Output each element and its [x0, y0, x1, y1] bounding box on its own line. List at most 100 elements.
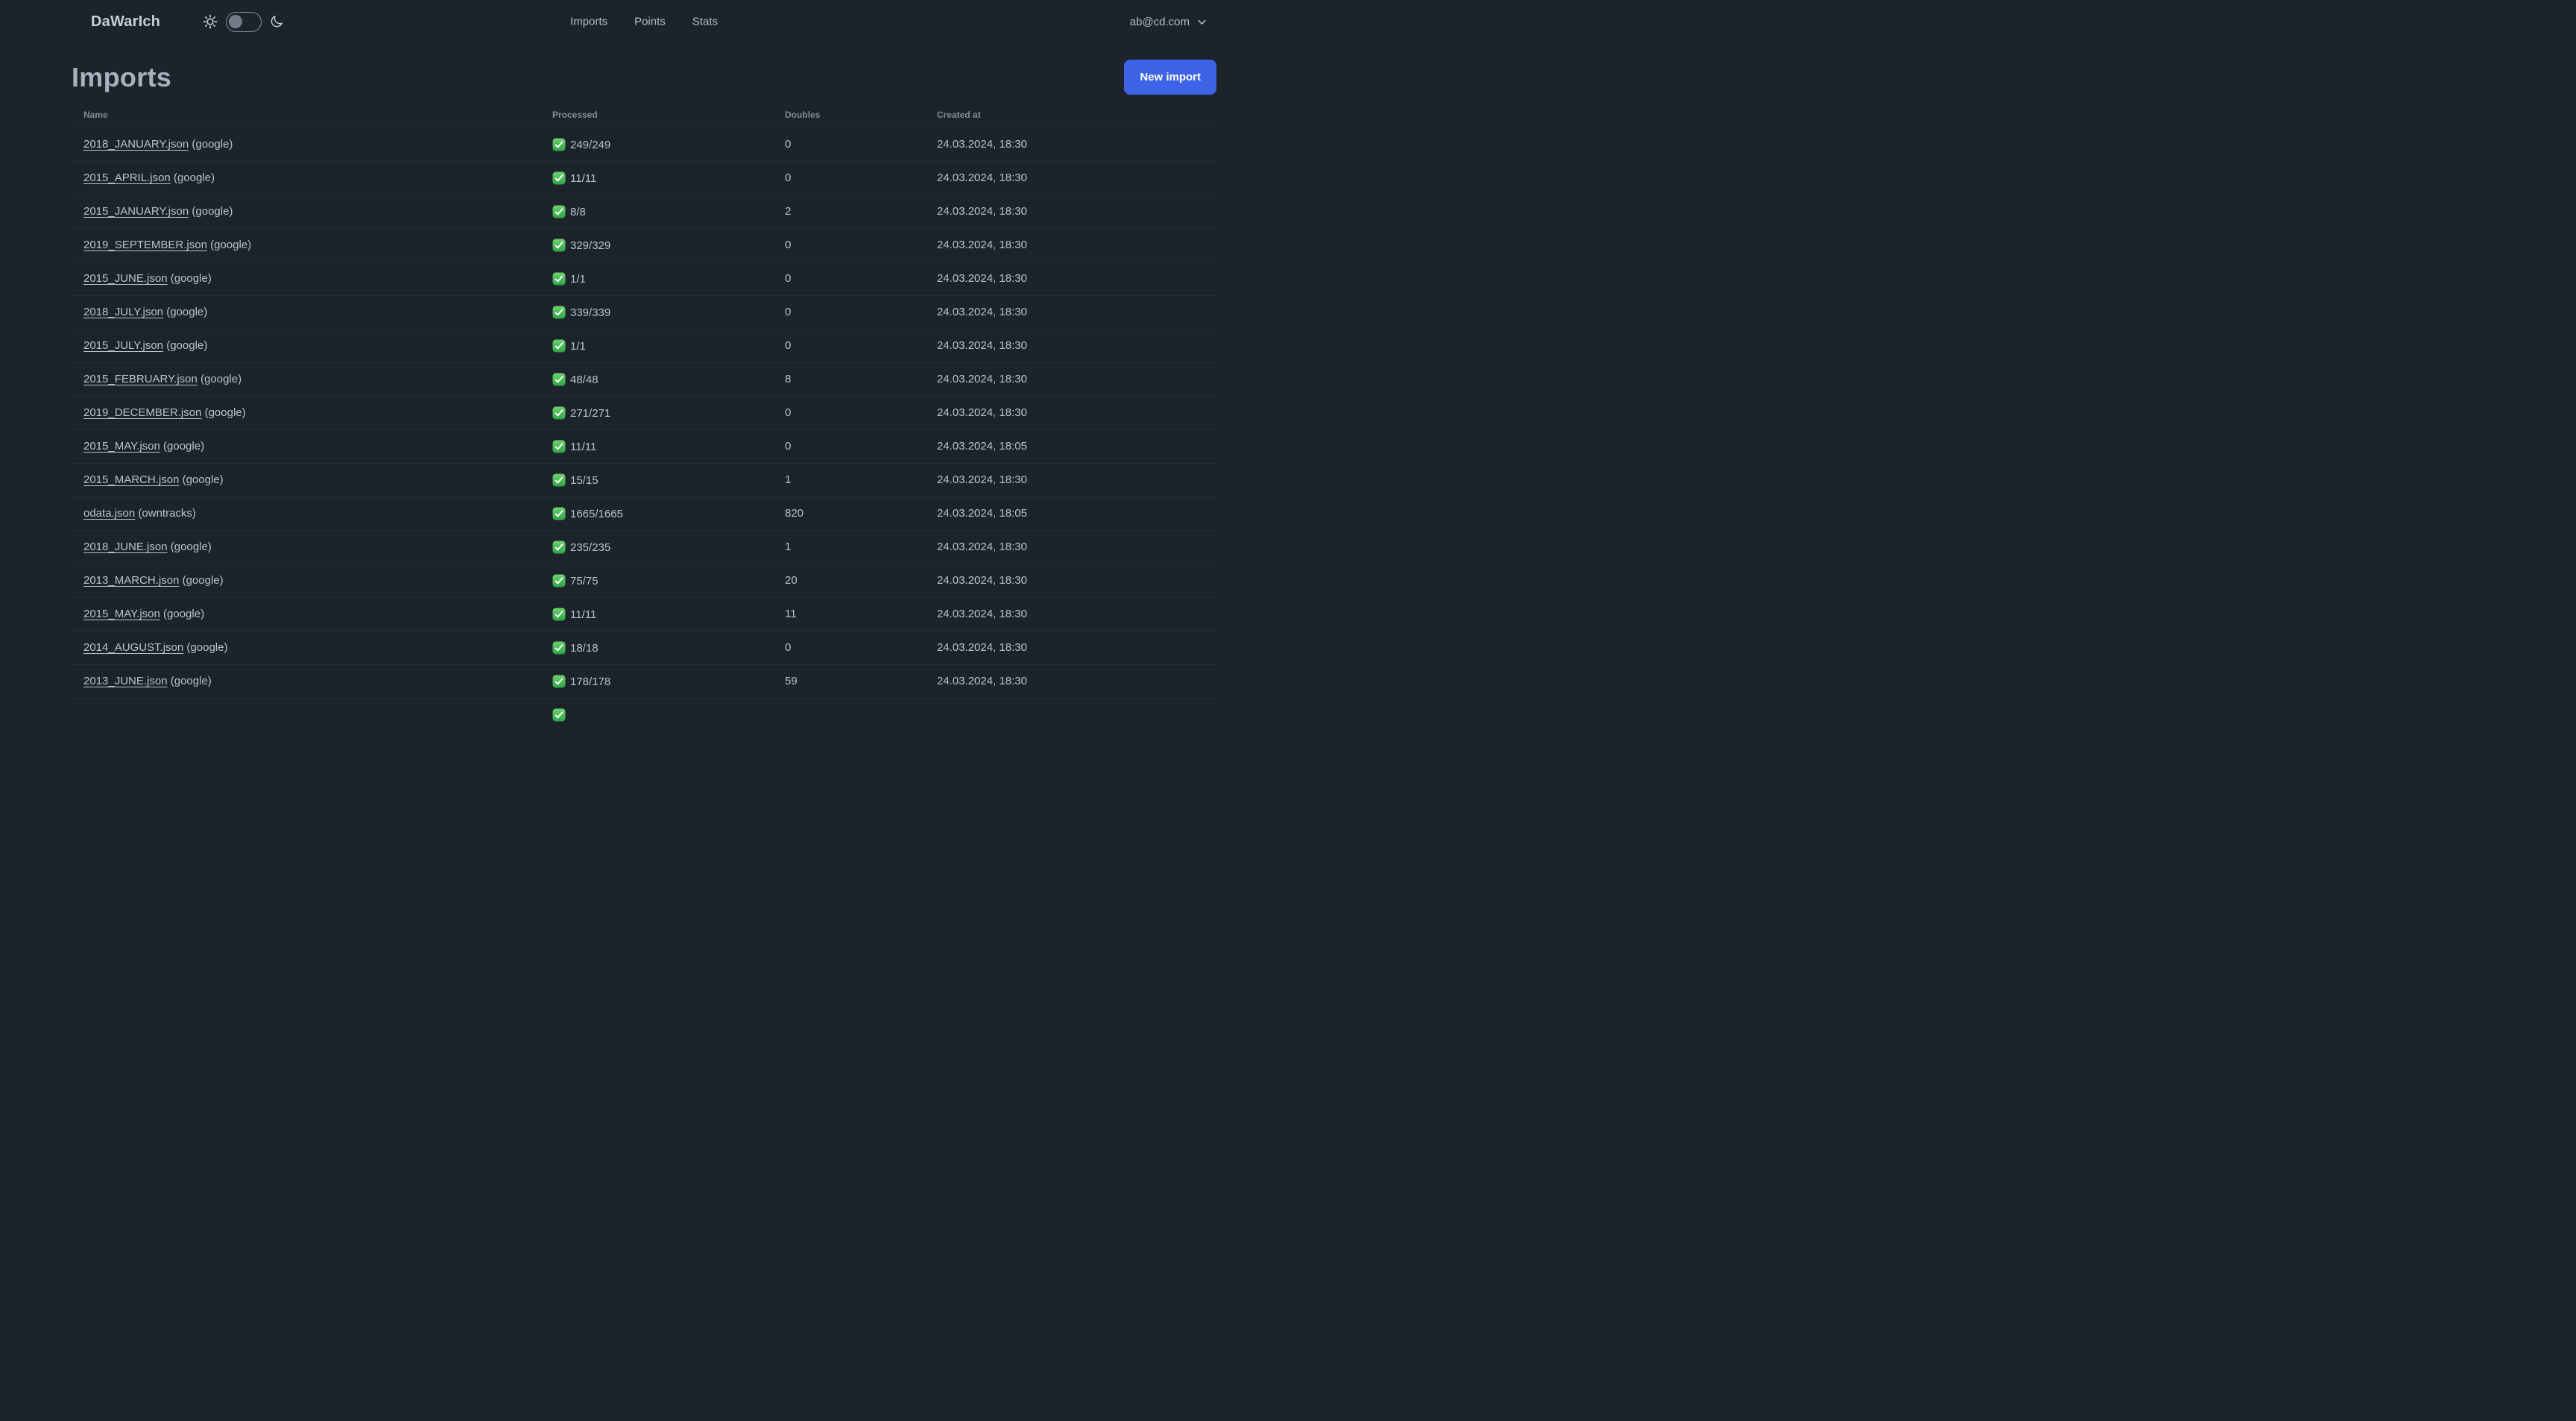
created-at-cell: 24.03.2024, 18:05: [925, 429, 1216, 463]
name-cell: 2015_JULY.json (google): [72, 328, 540, 362]
processed-count: 11/11: [570, 171, 597, 185]
new-import-button[interactable]: New import: [1124, 60, 1216, 95]
created-at: 24.03.2024, 18:30: [937, 171, 1027, 184]
table-row: 2014_AUGUST.json (google) 18/18 0 24.03.…: [72, 630, 1216, 664]
import-file-link[interactable]: 2019_SEPTEMBER.json: [83, 239, 207, 251]
table-row: 2013_MARCH.json (google) 75/75 20 24.03.…: [72, 563, 1216, 597]
processed-count: 48/48: [570, 373, 599, 386]
import-file-link[interactable]: 2018_JANUARY.json: [83, 138, 189, 151]
table-header-row: Name Processed Doubles Created at: [72, 102, 1216, 127]
table-row: 2015_APRIL.json (google) 11/11 0 24.03.2…: [72, 160, 1216, 195]
import-file-link[interactable]: 2013_MARCH.json: [83, 574, 179, 587]
created-at: 24.03.2024, 18:30: [937, 138, 1027, 151]
processed-cell: [540, 697, 773, 731]
name-cell: 2018_JULY.json (google): [72, 294, 540, 329]
success-check-icon: [552, 708, 566, 722]
processed-count: 18/18: [570, 641, 599, 655]
doubles-count: 20: [785, 574, 798, 587]
created-at: 24.03.2024, 18:30: [937, 641, 1027, 654]
theme-toggle-switch[interactable]: [226, 11, 262, 32]
nav-link-stats[interactable]: Stats: [692, 16, 718, 28]
nav-link-imports[interactable]: Imports: [570, 16, 607, 28]
doubles-count: 0: [785, 272, 792, 285]
created-at-cell: 24.03.2024, 18:30: [925, 160, 1216, 195]
created-at: 24.03.2024, 18:30: [937, 608, 1027, 620]
processed-cell: 11/11: [540, 429, 773, 463]
import-file-link[interactable]: 2019_DECEMBER.json: [83, 406, 201, 419]
processed-count: 178/178: [570, 675, 611, 688]
imports-table-body: 2018_JANUARY.json (google) 249/249 0 24.…: [72, 127, 1216, 731]
import-file-link[interactable]: 2014_AUGUST.json: [83, 641, 183, 654]
import-source: (google): [182, 473, 224, 486]
processed-count: 1/1: [570, 339, 586, 353]
table-row: 2015_JUNE.json (google) 1/1 0 24.03.2024…: [72, 261, 1216, 295]
imports-table: Name Processed Doubles Created at 2018_J…: [72, 102, 1216, 731]
doubles-cell: 820: [773, 496, 925, 530]
user-menu[interactable]: ab@cd.com: [1130, 16, 1208, 28]
table-row: 2015_JULY.json (google) 1/1 0 24.03.2024…: [72, 328, 1216, 362]
created-at: 24.03.2024, 18:30: [937, 675, 1027, 687]
doubles-count: 0: [785, 239, 792, 251]
processed-cell: 235/235: [540, 529, 773, 564]
created-at: 24.03.2024, 18:30: [937, 406, 1027, 419]
processed-cell: 1/1: [540, 328, 773, 362]
import-source: (google): [201, 373, 242, 385]
moon-icon: [269, 14, 284, 29]
doubles-count: 0: [785, 138, 792, 151]
success-check-icon: [552, 473, 566, 487]
doubles-cell: 0: [773, 227, 925, 262]
success-check-icon: [552, 641, 566, 655]
doubles-cell: 59: [773, 664, 925, 698]
doubles-count: 0: [785, 641, 792, 654]
processed-cell: 1/1: [540, 261, 773, 295]
column-header-processed: Processed: [552, 109, 598, 120]
import-file-link[interactable]: 2018_JUNE.json: [83, 541, 168, 553]
name-cell: 2019_DECEMBER.json (google): [72, 395, 540, 429]
import-file-link[interactable]: 2018_JULY.json: [83, 306, 163, 318]
import-source: (google): [166, 339, 208, 352]
table-row: 2015_MARCH.json (google) 15/15 1 24.03.2…: [72, 462, 1216, 497]
doubles-count: 11: [785, 608, 797, 620]
main-nav: Imports Points Stats: [570, 16, 718, 28]
processed-count: 329/329: [570, 239, 611, 252]
import-file-link[interactable]: 2013_JUNE.json: [83, 675, 168, 687]
import-file-link[interactable]: 2015_MARCH.json: [83, 473, 179, 486]
table-row: 2018_JUNE.json (google) 235/235 1 24.03.…: [72, 529, 1216, 564]
success-check-icon: [552, 205, 566, 218]
navbar: DaWarIch Imports Points Stats ab@cd.com: [0, 0, 1288, 43]
name-cell: 2013_JUNE.json (google): [72, 664, 540, 698]
column-header-created-at: Created at: [937, 109, 981, 120]
doubles-cell: 0: [773, 328, 925, 362]
import-file-link[interactable]: 2015_MAY.json: [83, 440, 160, 453]
created-at: 24.03.2024, 18:30: [937, 541, 1027, 553]
theme-toggle: [202, 11, 284, 32]
created-at-cell: 24.03.2024, 18:30: [925, 294, 1216, 329]
nav-link-points[interactable]: Points: [634, 16, 666, 28]
created-at: 24.03.2024, 18:30: [937, 205, 1027, 218]
table-row: 2015_MAY.json (google) 11/11 0 24.03.202…: [72, 429, 1216, 463]
success-check-icon: [552, 440, 566, 453]
import-file-link[interactable]: 2015_JULY.json: [83, 339, 163, 352]
processed-cell: 178/178: [540, 664, 773, 698]
created-at-cell: 24.03.2024, 18:30: [925, 596, 1216, 631]
import-file-link[interactable]: 2015_JUNE.json: [83, 272, 168, 285]
import-source: (google): [182, 574, 224, 587]
doubles-cell: 0: [773, 127, 925, 161]
doubles-count: 2: [785, 205, 792, 218]
success-check-icon: [552, 541, 566, 554]
created-at: 24.03.2024, 18:30: [937, 373, 1027, 385]
table-row-partial: [72, 697, 1216, 731]
success-check-icon: [552, 239, 566, 252]
processed-count: 249/249: [570, 138, 611, 151]
import-file-link[interactable]: 2015_JANUARY.json: [83, 205, 189, 218]
app-logo[interactable]: DaWarIch: [91, 13, 160, 31]
processed-count: 15/15: [570, 473, 599, 487]
processed-count: 8/8: [570, 205, 586, 218]
import-file-link[interactable]: 2015_FEBRUARY.json: [83, 373, 198, 385]
created-at-cell: 24.03.2024, 18:30: [925, 630, 1216, 664]
import-file-link[interactable]: 2015_APRIL.json: [83, 171, 171, 184]
name-cell: 2015_MAY.json (google): [72, 429, 540, 463]
import-file-link[interactable]: odata.json: [83, 507, 135, 520]
import-file-link[interactable]: 2015_MAY.json: [83, 608, 160, 620]
doubles-cell: 0: [773, 294, 925, 329]
